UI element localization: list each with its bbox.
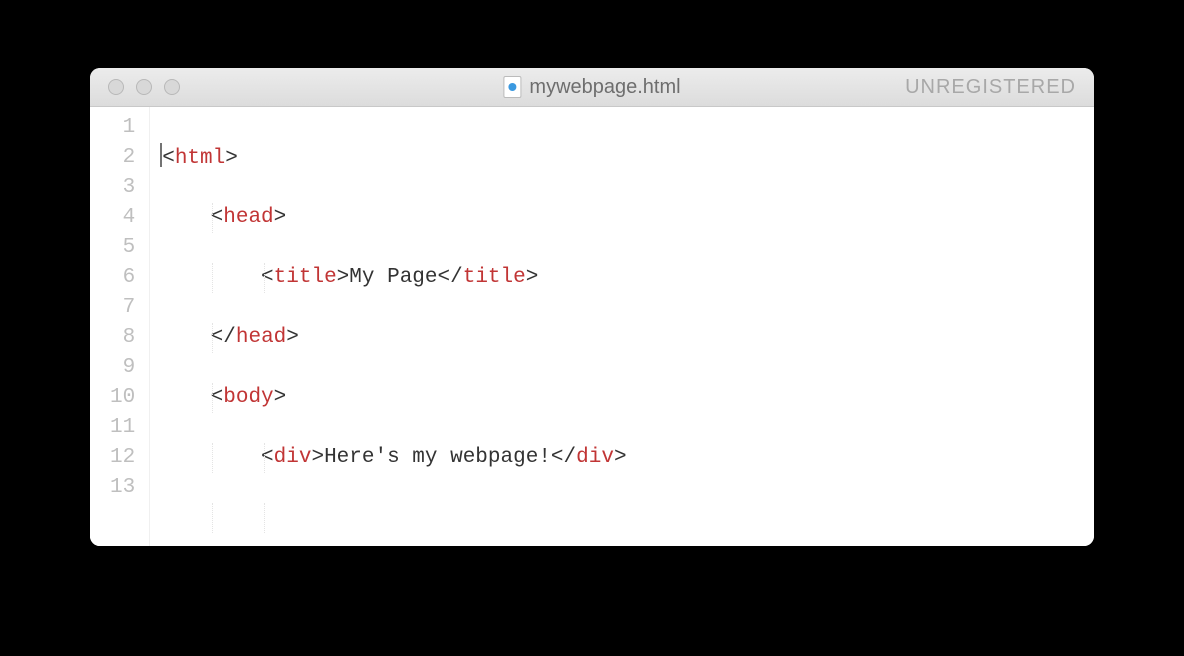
window-controls [90, 79, 180, 95]
line-number: 4 [110, 203, 135, 233]
title: mywebpage.html [503, 76, 680, 99]
line-number: 9 [110, 353, 135, 383]
line-number: 7 [110, 293, 135, 323]
html-file-icon [503, 76, 521, 98]
filename: mywebpage.html [529, 76, 680, 99]
line-number: 8 [110, 323, 135, 353]
line-number: 5 [110, 233, 135, 263]
line-number: 1 [110, 113, 135, 143]
minimize-icon[interactable] [136, 79, 152, 95]
titlebar: mywebpage.html UNREGISTERED [90, 68, 1094, 107]
line-number: 11 [110, 413, 135, 443]
line-number-gutter: 1 2 3 4 5 6 7 8 9 10 11 12 13 [90, 107, 150, 546]
line-number: 6 [110, 263, 135, 293]
line-number: 13 [110, 473, 135, 503]
zoom-icon[interactable] [164, 79, 180, 95]
code-area[interactable]: <html> <head> <title>My Page</title> </h… [150, 107, 964, 546]
line-number: 12 [110, 443, 135, 473]
editor-window: mywebpage.html UNREGISTERED 1 2 3 4 5 6 … [90, 68, 1094, 546]
line-number: 10 [110, 383, 135, 413]
line-number: 3 [110, 173, 135, 203]
line-number: 2 [110, 143, 135, 173]
close-icon[interactable] [108, 79, 124, 95]
editor[interactable]: 1 2 3 4 5 6 7 8 9 10 11 12 13 <html> <he… [90, 107, 1094, 546]
registration-status: UNREGISTERED [905, 76, 1076, 99]
